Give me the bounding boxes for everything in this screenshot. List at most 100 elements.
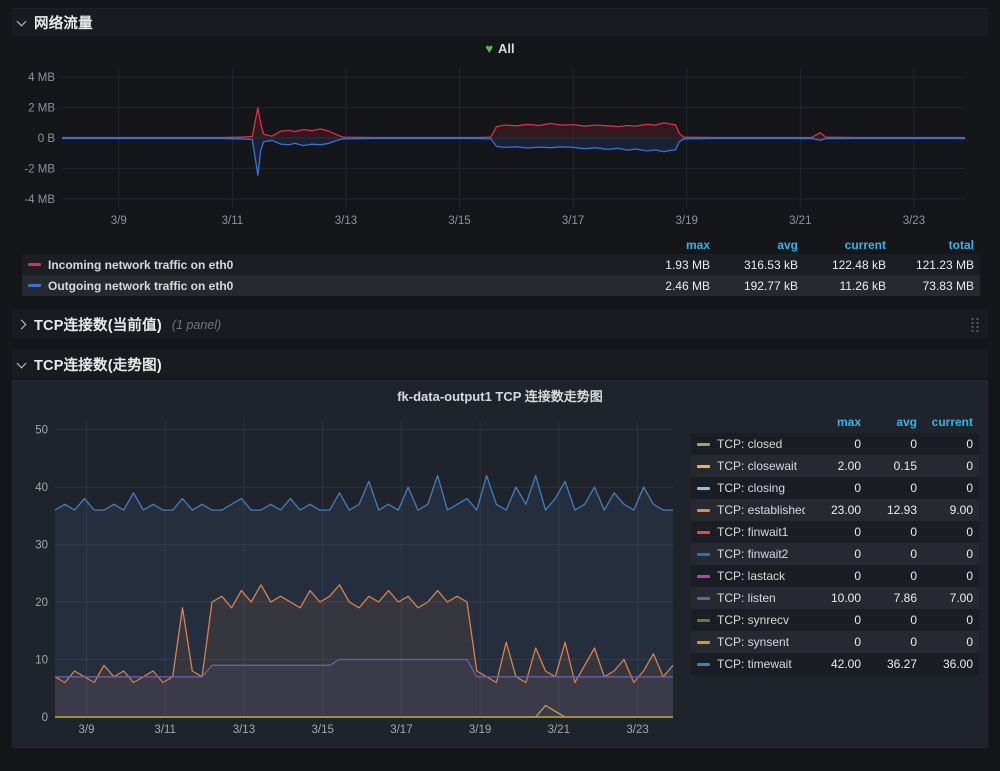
series-label[interactable]: TCP: closing (717, 481, 805, 495)
chevron-down-icon (17, 358, 27, 368)
legend-col-current[interactable]: current (917, 415, 973, 429)
legend-value: 0 (917, 635, 973, 649)
legend-col-max[interactable]: max (805, 415, 861, 429)
legend-value: 0 (861, 481, 917, 495)
network-traffic-legend: maxavgcurrenttotal Incoming network traff… (22, 236, 980, 296)
row-header-tcp-trend[interactable]: TCP连接数(走势图) (12, 350, 988, 378)
svg-text:3/13: 3/13 (335, 215, 357, 227)
series-label[interactable]: Incoming network traffic on eth0 (48, 258, 622, 272)
legend-row[interactable]: Incoming network traffic on eth01.93 MB3… (22, 254, 980, 275)
legend-row[interactable]: TCP: closewait2.000.150 (691, 455, 979, 477)
legend-value: 0 (861, 547, 917, 561)
legend-value: 73.83 MB (886, 279, 974, 293)
series-label[interactable]: TCP: established (717, 503, 805, 517)
legend-value: 122.48 kB (798, 258, 886, 272)
legend-value: 42.00 (805, 657, 861, 671)
legend-value: 121.23 MB (886, 258, 974, 272)
series-color-dash (697, 553, 710, 556)
series-color-dash (697, 509, 710, 512)
svg-text:3/9: 3/9 (79, 724, 95, 736)
legend-value: 0 (917, 525, 973, 539)
legend-value: 0 (805, 525, 861, 539)
legend-value: 7.86 (861, 591, 917, 605)
legend-value: 12.93 (861, 503, 917, 517)
legend-value: 0 (805, 635, 861, 649)
legend-value: 0 (861, 437, 917, 451)
legend-col-avg[interactable]: avg (710, 238, 798, 252)
series-label[interactable]: TCP: synsent (717, 635, 805, 649)
legend-row[interactable]: TCP: closed000 (691, 433, 979, 455)
svg-text:3/13: 3/13 (233, 724, 255, 736)
legend-row[interactable]: Outgoing network traffic on eth02.46 MB1… (22, 275, 980, 296)
svg-text:10: 10 (35, 655, 48, 667)
legend-row[interactable]: TCP: lastack000 (691, 565, 979, 587)
panel-title[interactable]: ♥All (12, 38, 988, 60)
legend-value: 0 (805, 613, 861, 627)
legend-value: 23.00 (805, 503, 861, 517)
row-header-network-traffic[interactable]: 网络流量 (12, 8, 988, 36)
svg-text:3/21: 3/21 (548, 724, 570, 736)
svg-text:30: 30 (35, 540, 48, 552)
legend-row[interactable]: TCP: timewait42.0036.2736.00 (691, 653, 979, 675)
panel-title[interactable]: fk-data-output1 TCP 连接数走势图 (21, 387, 979, 409)
legend-row[interactable]: TCP: synsent000 (691, 631, 979, 653)
series-label[interactable]: TCP: finwait2 (717, 547, 805, 561)
svg-text:0: 0 (42, 712, 48, 724)
legend-value: 0 (805, 569, 861, 583)
legend-col-max[interactable]: max (622, 238, 710, 252)
legend-col-avg[interactable]: avg (861, 415, 917, 429)
legend-value: 0 (805, 481, 861, 495)
legend-row[interactable]: TCP: finwait2000 (691, 543, 979, 565)
svg-text:3/11: 3/11 (154, 724, 176, 736)
svg-text:-2 MB: -2 MB (24, 163, 55, 175)
series-label[interactable]: TCP: finwait1 (717, 525, 805, 539)
svg-text:4 MB: 4 MB (28, 72, 55, 84)
legend-row[interactable]: TCP: finwait1000 (691, 521, 979, 543)
legend-value: 36.27 (861, 657, 917, 671)
svg-text:3/21: 3/21 (789, 215, 811, 227)
svg-text:3/19: 3/19 (676, 215, 698, 227)
svg-text:3/23: 3/23 (626, 724, 648, 736)
row-header-tcp-current[interactable]: TCP连接数(当前值) (1 panel) (12, 310, 988, 338)
series-label[interactable]: Outgoing network traffic on eth0 (48, 279, 622, 293)
panel-count-label: (1 panel) (172, 318, 221, 332)
legend-value: 1.93 MB (622, 258, 710, 272)
series-color-dash (697, 465, 710, 468)
series-label[interactable]: TCP: lastack (717, 569, 805, 583)
series-color-dash (697, 575, 710, 578)
drag-handle-icon[interactable] (970, 317, 980, 333)
series-color-dash (697, 487, 710, 490)
legend-value: 11.26 kB (798, 279, 886, 293)
svg-text:3/17: 3/17 (562, 215, 584, 227)
legend-row[interactable]: TCP: listen10.007.867.00 (691, 587, 979, 609)
legend-col-total[interactable]: total (886, 238, 974, 252)
series-color-dash (697, 619, 710, 622)
legend-value: 2.46 MB (622, 279, 710, 293)
tcp-trend-chart[interactable]: 010203040503/93/113/133/153/173/193/213/… (21, 409, 681, 739)
legend-row[interactable]: TCP: synrecv000 (691, 609, 979, 631)
legend-value: 0 (917, 613, 973, 627)
legend-value: 0 (917, 459, 973, 473)
legend-value: 10.00 (805, 591, 861, 605)
series-color-dash (697, 641, 710, 644)
legend-value: 0 (805, 437, 861, 451)
legend-value: 0 (861, 613, 917, 627)
legend-value: 0 (917, 481, 973, 495)
legend-row[interactable]: TCP: closing000 (691, 477, 979, 499)
legend-value: 192.77 kB (710, 279, 798, 293)
series-label[interactable]: TCP: listen (717, 591, 805, 605)
series-label[interactable]: TCP: closed (717, 437, 805, 451)
svg-text:3/9: 3/9 (111, 215, 127, 227)
svg-text:3/15: 3/15 (448, 215, 470, 227)
legend-value: 0 (917, 547, 973, 561)
legend-col-current[interactable]: current (798, 238, 886, 252)
panel-title-text: All (498, 41, 515, 56)
legend-value: 0 (917, 437, 973, 451)
series-label[interactable]: TCP: closewait (717, 459, 805, 473)
legend-value: 0 (917, 569, 973, 583)
legend-value: 0 (805, 547, 861, 561)
series-label[interactable]: TCP: timewait (717, 657, 805, 671)
series-label[interactable]: TCP: synrecv (717, 613, 805, 627)
legend-row[interactable]: TCP: established23.0012.939.00 (691, 499, 979, 521)
network-traffic-chart[interactable]: 4 MB2 MB0 B-2 MB-4 MB3/93/113/133/153/17… (12, 60, 988, 232)
